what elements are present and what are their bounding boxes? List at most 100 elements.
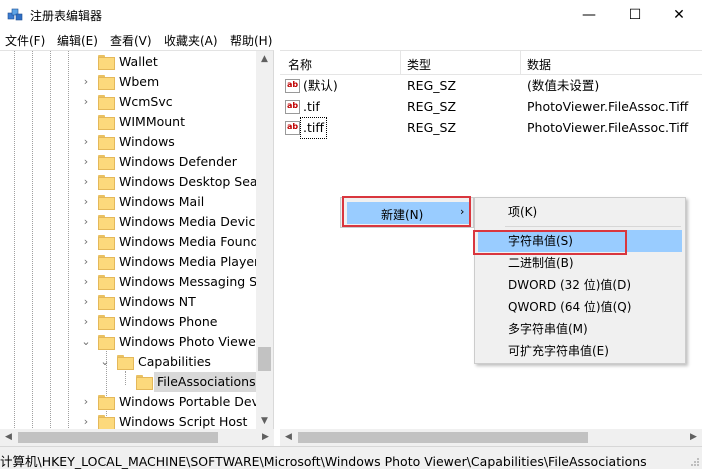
menu-file[interactable]: 文件(F) xyxy=(5,32,45,49)
menu-edit[interactable]: 编辑(E) xyxy=(57,32,98,49)
tree-item-windows-media-player[interactable]: › Windows Media Player xyxy=(0,252,259,272)
tree-item-label: Wallet xyxy=(119,54,158,69)
expand-chevron-icon[interactable]: › xyxy=(81,152,91,172)
tree-item-label: FileAssociations xyxy=(154,372,259,392)
value-type: REG_SZ xyxy=(407,120,457,135)
expand-chevron-icon[interactable]: › xyxy=(81,212,91,232)
tree-item-label: Windows Portable Devic xyxy=(119,394,270,409)
tree-item-label: Windows Media Device xyxy=(119,214,264,229)
column-header-type[interactable]: 类型 xyxy=(407,56,431,73)
scrollbar-thumb[interactable] xyxy=(298,432,588,443)
tree-item-windows-mail[interactable]: › Windows Mail xyxy=(0,192,256,212)
maximize-button[interactable]: ☐ xyxy=(612,0,658,30)
list-row[interactable]: ab .tiff REG_SZ PhotoViewer.FileAssoc.Ti… xyxy=(280,117,702,139)
tree-item-label: Windows Mail xyxy=(119,194,205,209)
folder-icon xyxy=(136,375,153,390)
expand-chevron-icon[interactable]: › xyxy=(81,192,91,212)
tree-item-label: WIMMount xyxy=(119,114,186,129)
folder-icon xyxy=(98,55,115,70)
expand-chevron-icon[interactable]: › xyxy=(81,292,91,312)
scroll-right-icon[interactable]: ▶ xyxy=(685,429,702,446)
status-bar: 计算机\HKEY_LOCAL_MACHINE\SOFTWARE\Microsof… xyxy=(0,446,702,469)
submenu-item-dword-value[interactable]: DWORD (32 位)值(D) xyxy=(478,274,682,296)
tree-item-windows-portable-devices[interactable]: › Windows Portable Devic xyxy=(0,392,269,412)
folder-icon xyxy=(98,115,115,130)
expand-chevron-icon[interactable]: › xyxy=(81,92,91,112)
tree-item-label: WcmSvc xyxy=(119,94,173,109)
submenu-item-qword-value[interactable]: QWORD (64 位)值(Q) xyxy=(478,296,682,318)
value-name: (默认) xyxy=(303,78,338,93)
title-bar: 注册表编辑器 — ☐ ✕ xyxy=(0,0,702,30)
tree-item-label: Windows Desktop Sear xyxy=(119,174,263,189)
tree-item-windows[interactable]: › Windows xyxy=(0,132,256,152)
menu-help[interactable]: 帮助(H) xyxy=(230,32,272,49)
list-row[interactable]: ab (默认) REG_SZ (数值未设置) xyxy=(280,76,702,96)
column-header-data[interactable]: 数据 xyxy=(527,56,551,73)
tree-vertical-scrollbar[interactable]: ▲ ▼ xyxy=(256,51,273,430)
folder-icon xyxy=(98,255,115,270)
tree-item-label: Capabilities xyxy=(138,354,211,369)
tree-item-wbem[interactable]: › Wbem xyxy=(0,72,256,92)
tree-item-fileassociations[interactable]: FileAssociations xyxy=(0,372,259,392)
menu-favorites[interactable]: 收藏夹(A) xyxy=(164,32,218,49)
list-row[interactable]: ab .tif REG_SZ PhotoViewer.FileAssoc.Tif… xyxy=(280,97,702,117)
tree-item-windows-nt[interactable]: › Windows NT xyxy=(0,292,256,312)
string-value-icon: ab xyxy=(285,121,300,135)
expand-chevron-icon[interactable]: › xyxy=(81,252,91,272)
close-icon: ✕ xyxy=(673,7,685,23)
tree-horizontal-scrollbar[interactable]: ◀ ▶ xyxy=(0,429,274,446)
tree-item-windows-phone[interactable]: › Windows Phone xyxy=(0,312,256,332)
annotation-highlight-box xyxy=(473,230,627,255)
tree-item-windows-messaging[interactable]: › Windows Messaging Su xyxy=(0,272,265,292)
tree-item-windows-media-device[interactable]: › Windows Media Device xyxy=(0,212,263,232)
tree-item-label: Windows Photo Viewer xyxy=(119,334,261,349)
expand-chevron-icon[interactable]: › xyxy=(81,312,91,332)
tree-item-windows-defender[interactable]: › Windows Defender xyxy=(0,152,256,172)
expand-chevron-icon[interactable]: › xyxy=(81,172,91,192)
scroll-down-icon[interactable]: ▼ xyxy=(256,413,273,430)
value-data: PhotoViewer.FileAssoc.Tiff xyxy=(527,120,689,135)
column-divider[interactable] xyxy=(400,51,401,75)
tree-item-windows-photo-viewer[interactable]: ⌄ Windows Photo Viewer xyxy=(0,332,261,352)
list-horizontal-scrollbar[interactable]: ◀ ▶ xyxy=(280,429,702,446)
registry-tree: Wallet › Wbem › WcmSvc WIMMount › Window… xyxy=(0,50,274,446)
collapse-chevron-icon[interactable]: ⌄ xyxy=(100,352,110,372)
collapse-chevron-icon[interactable]: ⌄ xyxy=(81,332,91,352)
annotation-highlight-box xyxy=(342,196,471,227)
scroll-right-icon[interactable]: ▶ xyxy=(257,429,274,446)
scroll-up-icon[interactable]: ▲ xyxy=(256,51,273,68)
submenu-item-expandable-string-value[interactable]: 可扩充字符串值(E) xyxy=(478,340,682,362)
menu-bar: 文件(F) 编辑(E) 查看(V) 收藏夹(A) 帮助(H) xyxy=(0,30,702,50)
expand-chevron-icon[interactable]: › xyxy=(81,392,91,412)
tree-item-label: Windows NT xyxy=(119,294,196,309)
expand-chevron-icon[interactable]: › xyxy=(81,132,91,152)
tree-item-wimmount[interactable]: WIMMount xyxy=(0,112,256,132)
new-submenu: 项(K) 字符串值(S) 二进制值(B) DWORD (32 位)值(D) QW… xyxy=(474,197,686,364)
list-header: 名称 类型 数据 xyxy=(280,51,702,75)
tree-item-wallet[interactable]: Wallet xyxy=(0,52,256,72)
expand-chevron-icon[interactable]: › xyxy=(81,232,91,252)
expand-chevron-icon[interactable]: › xyxy=(81,72,91,92)
submenu-item-multi-string-value[interactable]: 多字符串值(M) xyxy=(478,318,682,340)
scroll-left-icon[interactable]: ◀ xyxy=(280,429,297,446)
folder-icon xyxy=(117,355,134,370)
tree-item-wcmsvc[interactable]: › WcmSvc xyxy=(0,92,256,112)
submenu-item-binary-value[interactable]: 二进制值(B) xyxy=(478,252,682,274)
column-divider[interactable] xyxy=(520,51,521,75)
tree-item-label: Wbem xyxy=(119,74,160,89)
expand-chevron-icon[interactable]: › xyxy=(81,272,91,292)
string-value-icon: ab xyxy=(285,79,300,93)
close-button[interactable]: ✕ xyxy=(656,0,702,30)
scrollbar-thumb[interactable] xyxy=(258,347,271,371)
resize-grip-icon[interactable] xyxy=(690,457,700,467)
tree-item-capabilities[interactable]: ⌄ Capabilities xyxy=(0,352,256,372)
submenu-item-key[interactable]: 项(K) xyxy=(478,201,682,223)
scroll-left-icon[interactable]: ◀ xyxy=(0,429,17,446)
tree-item-windows-desktop-search[interactable]: › Windows Desktop Sear xyxy=(0,172,263,192)
column-header-name[interactable]: 名称 xyxy=(288,56,312,73)
scrollbar-thumb[interactable] xyxy=(18,432,218,443)
menu-view[interactable]: 查看(V) xyxy=(110,32,152,49)
tree-item-windows-media-foundation[interactable]: › Windows Media Founda xyxy=(0,232,266,252)
minimize-button[interactable]: — xyxy=(566,0,612,30)
folder-icon xyxy=(98,235,115,250)
